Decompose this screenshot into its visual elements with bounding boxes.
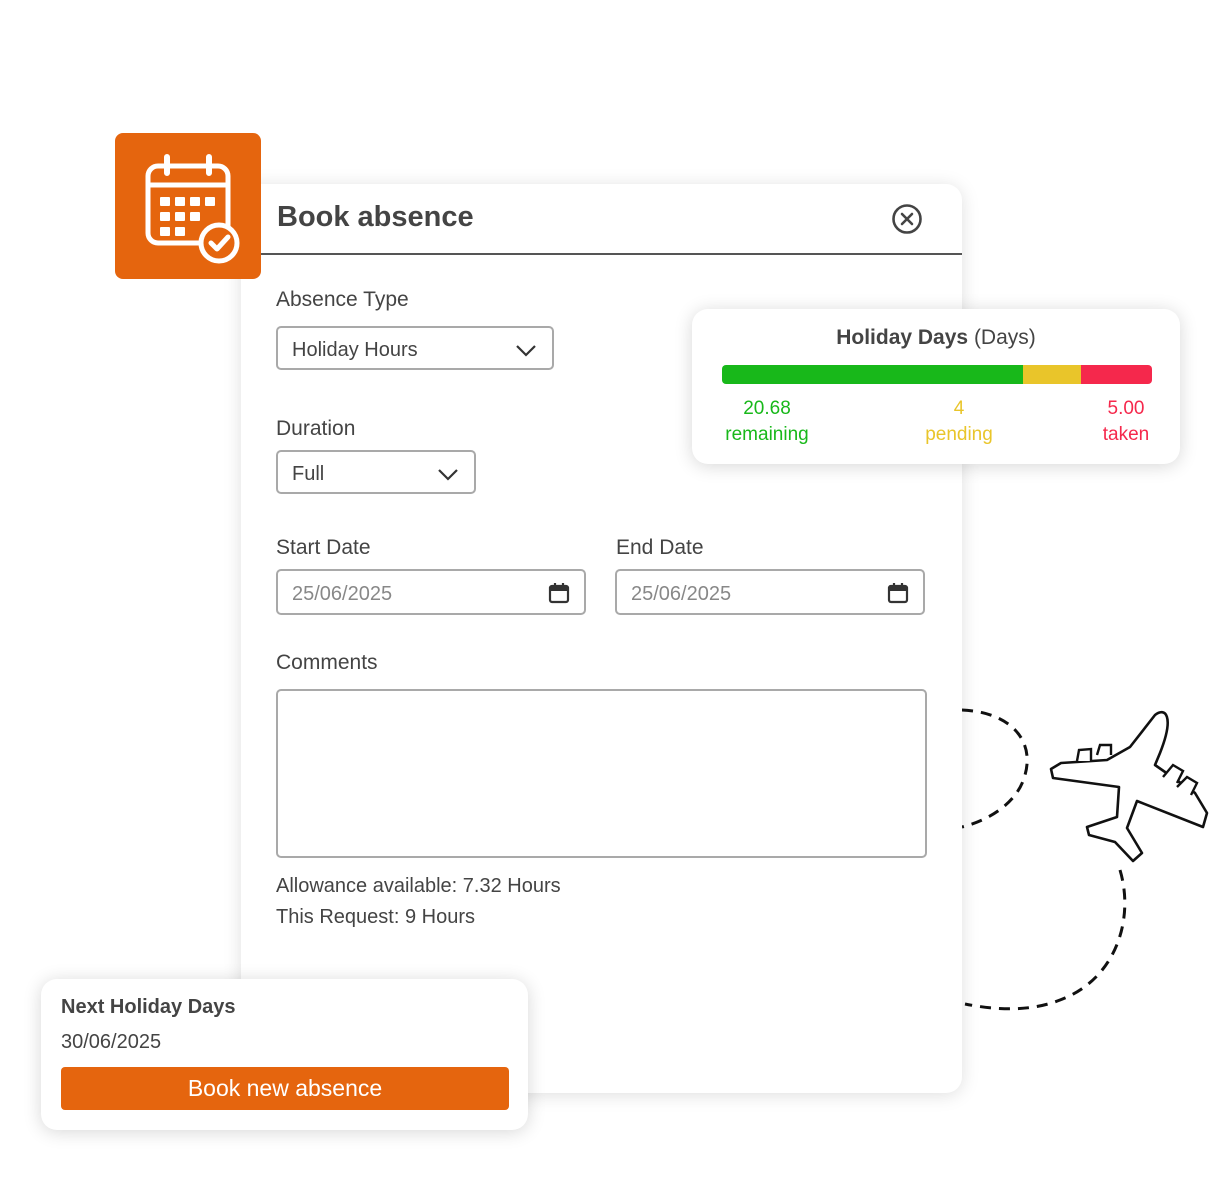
bar-remaining-segment: [722, 365, 1023, 384]
pending-stat: 4 pending: [914, 396, 1004, 448]
remaining-value: 20.68: [743, 398, 791, 419]
start-date-input[interactable]: 25/06/2025: [276, 569, 586, 615]
next-holiday-title: Next Holiday Days: [61, 996, 236, 1018]
pending-value: 4: [953, 398, 965, 419]
duration-label: Duration: [276, 417, 356, 440]
pending-label: pending: [925, 424, 993, 445]
page: Book absence Absence Type Holiday Hours …: [0, 0, 1220, 1179]
remaining-stat: 20.68 remaining: [722, 396, 812, 448]
next-holiday-date: 30/06/2025: [61, 1031, 162, 1053]
end-date-input[interactable]: 25/06/2025: [615, 569, 925, 615]
duration-select[interactable]: Full: [276, 450, 476, 494]
taken-label: taken: [1102, 424, 1150, 445]
calendar-check-icon: [145, 154, 240, 264]
absence-type-label: Absence Type: [276, 288, 409, 311]
comments-textarea[interactable]: [276, 689, 927, 858]
calendar-badge: [115, 133, 261, 279]
end-date-label: End Date: [616, 536, 704, 559]
holiday-days-title: Holiday Days (Days): [692, 326, 1180, 350]
chevron-down-icon: [438, 469, 458, 481]
holiday-days-title-bold: Holiday Days: [836, 326, 969, 349]
chevron-down-icon: [516, 345, 536, 357]
airplane-icon: [1049, 710, 1209, 863]
end-date-value: 25/06/2025: [631, 583, 732, 605]
bar-pending-segment: [1023, 365, 1082, 384]
next-holiday-card: Next Holiday Days 30/06/2025 Book new ab…: [41, 979, 528, 1130]
start-date-label: Start Date: [276, 536, 371, 559]
holiday-days-title-unit: (Days): [973, 326, 1036, 349]
bar-taken-segment: [1081, 365, 1152, 384]
calendar-icon[interactable]: [886, 581, 910, 605]
calendar-icon[interactable]: [547, 581, 571, 605]
holiday-days-bar: [722, 365, 1152, 384]
absence-type-value: Holiday Hours: [292, 339, 418, 361]
taken-stat: 5.00 taken: [1087, 396, 1165, 448]
absence-type-select[interactable]: Holiday Hours: [276, 326, 554, 370]
duration-value: Full: [292, 463, 325, 485]
taken-value: 5.00: [1107, 398, 1145, 419]
comments-label: Comments: [276, 651, 378, 674]
close-circle-icon[interactable]: [891, 203, 923, 235]
request-text: This Request: 9 Hours: [276, 906, 475, 928]
modal-header: Book absence: [241, 184, 962, 255]
modal-title: Book absence: [277, 201, 474, 233]
book-new-absence-button[interactable]: Book new absence: [61, 1067, 509, 1110]
holiday-days-card: Holiday Days (Days) 20.68 remaining 4 pe…: [692, 309, 1180, 464]
allowance-text: Allowance available: 7.32 Hours: [276, 875, 561, 897]
start-date-value: 25/06/2025: [292, 583, 393, 605]
remaining-label: remaining: [725, 424, 809, 445]
